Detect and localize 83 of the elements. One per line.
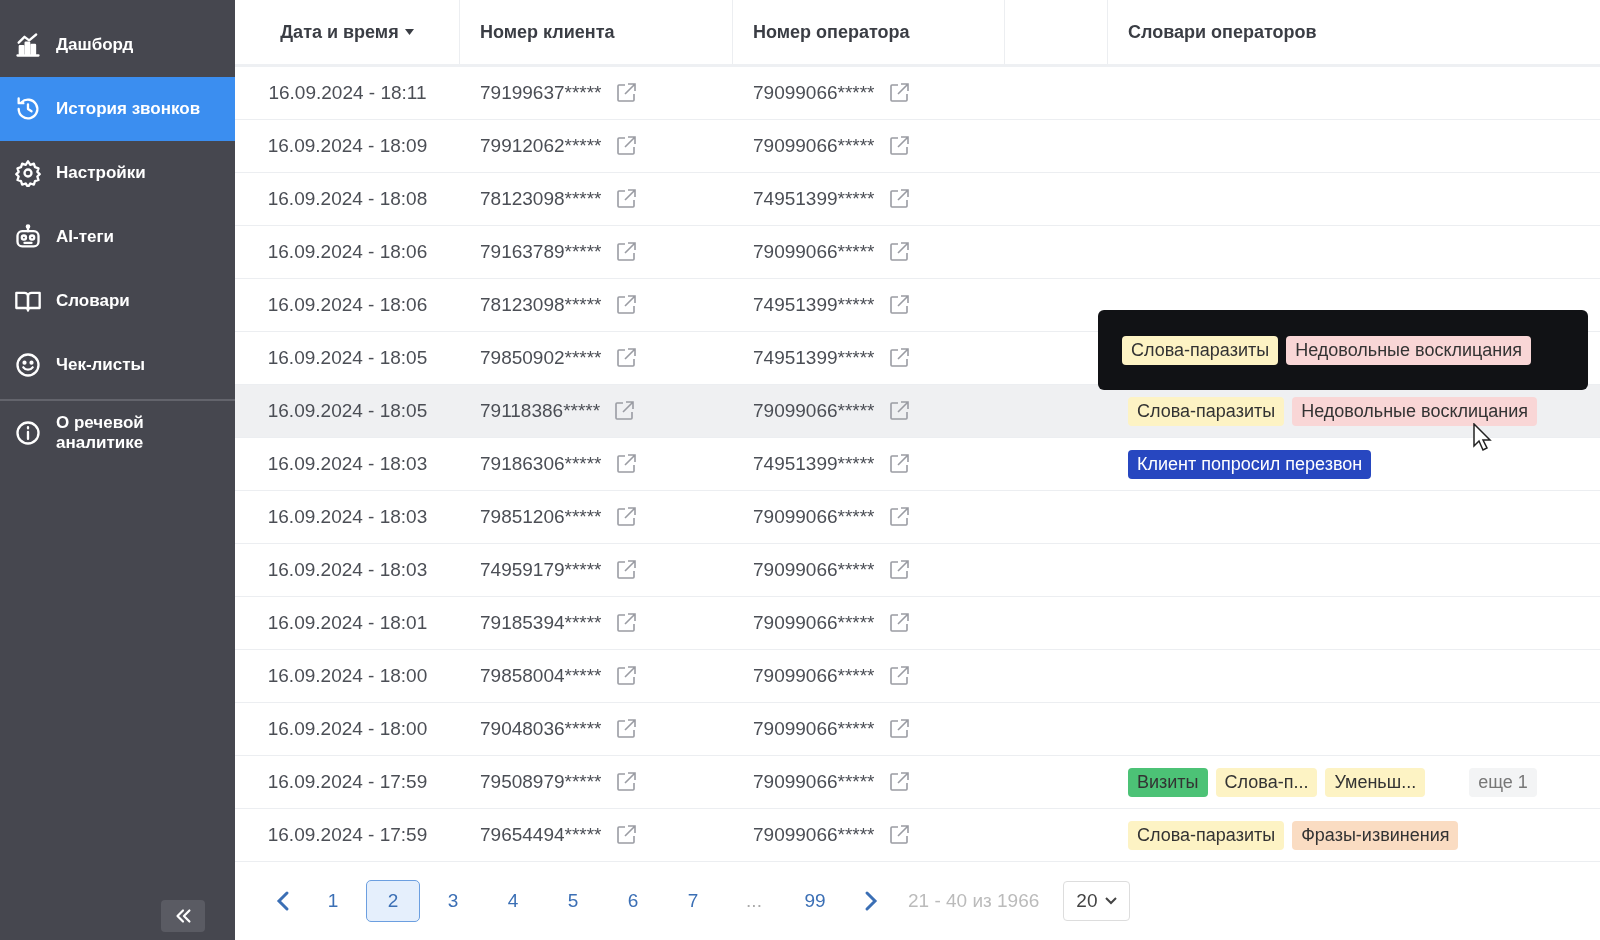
table-cell: 79099066***** (753, 771, 875, 793)
column-header[interactable]: Номер клиента (480, 21, 615, 43)
table-cell: 16.09.2024 - 17:59 (267, 824, 428, 846)
smile-icon (14, 351, 42, 379)
sidebar-item[interactable]: Чек-листы (0, 333, 235, 397)
table-cell: 79099066***** (753, 82, 875, 104)
tag: Недовольные восклицания (1286, 335, 1532, 365)
table-cell: 16.09.2024 - 18:05 (267, 400, 428, 422)
table-cell: 79185394***** (480, 612, 602, 634)
pagination-ellipsis: ... (745, 889, 763, 913)
table-cell: 16.09.2024 - 18:00 (267, 665, 428, 687)
table-cell: 79912062***** (480, 135, 602, 157)
table-cell: 79508979***** (480, 771, 602, 793)
chevron-right-icon (864, 890, 878, 912)
tag: Уменьш... (1325, 767, 1426, 797)
chevron-down-icon (1105, 897, 1118, 905)
table-cell: 16.09.2024 - 17:59 (267, 771, 428, 793)
tag: Клиент попросил перезвон (1128, 449, 1372, 479)
table-cell: 79099066***** (753, 506, 875, 528)
chart-icon (14, 31, 42, 59)
sidebar-item[interactable]: О речевой аналитике (0, 401, 235, 465)
sidebar-item[interactable]: Словари (0, 269, 235, 333)
page-button[interactable]: 2 (366, 880, 420, 922)
table-cell: 79099066***** (753, 665, 875, 687)
table-cell: 74951399***** (753, 188, 875, 210)
sidebar-item[interactable]: Настройки (0, 141, 235, 205)
table-cell: 79850902***** (480, 347, 602, 369)
info-icon (14, 419, 42, 447)
table-cell: 74951399***** (753, 294, 875, 316)
table-cell: 16.09.2024 - 18:05 (267, 347, 428, 369)
table-cell: 79858004***** (480, 665, 602, 687)
more-badge[interactable]: еще 1 (1469, 767, 1537, 797)
table-cell: 79199637***** (480, 82, 602, 104)
table-cell: 16.09.2024 - 18:03 (267, 506, 428, 528)
collapse-button[interactable] (161, 900, 205, 932)
external-link-icon[interactable] (612, 399, 637, 423)
tag: Слова-п... (1215, 767, 1318, 797)
table-cell: 79099066***** (753, 135, 875, 157)
table-cell: 79186306***** (480, 453, 602, 475)
tag: Визиты (1128, 767, 1208, 797)
sort-caret-icon (404, 29, 414, 35)
table-cell: 16.09.2024 - 18:03 (267, 559, 428, 581)
table-cell: 16.09.2024 - 18:06 (267, 241, 428, 263)
table-cell: 79048036***** (480, 718, 602, 740)
table-cell: 79099066***** (753, 241, 875, 263)
tag: Недовольные восклицания (1292, 396, 1538, 426)
table-cell: 16.09.2024 - 18:08 (267, 188, 428, 210)
table-cell: 79851206***** (480, 506, 602, 528)
chevron-left-icon (276, 890, 290, 912)
table-cell: 16.09.2024 - 18:06 (267, 294, 428, 316)
page-size-select[interactable]: 20 (1063, 881, 1131, 921)
column-header[interactable]: Дата и время (280, 21, 414, 43)
table-cell: 16.09.2024 - 18:00 (267, 718, 428, 740)
table-cell: 79099066***** (753, 400, 875, 422)
table-cell: 74959179***** (480, 559, 602, 581)
table-cell: 74951399***** (753, 453, 875, 475)
table-cell: 79099066***** (753, 612, 875, 634)
table-cell: 74951399***** (753, 347, 875, 369)
sidebar-item[interactable]: Дашборд (0, 13, 235, 77)
robot-icon (14, 223, 42, 251)
table-cell: 16.09.2024 - 18:01 (267, 612, 428, 634)
table-cell: 16.09.2024 - 18:03 (267, 453, 428, 475)
tag: Слова-паразиты (1128, 396, 1285, 426)
table-cell: 79654494***** (480, 824, 602, 846)
table-cell: 79099066***** (753, 559, 875, 581)
table-cell: 16.09.2024 - 18:11 (268, 82, 427, 104)
sidebar-item[interactable]: AI-теги (0, 205, 235, 269)
mouse-cursor-icon (1473, 423, 1493, 453)
table-cell: 78123098***** (480, 294, 602, 316)
table-cell: 79163789***** (480, 241, 602, 263)
table-cell: 78123098***** (480, 188, 602, 210)
settings-icon (14, 159, 42, 187)
table-cell: 16.09.2024 - 18:09 (267, 135, 428, 157)
table-row[interactable]: 16.09.2024 - 18:05 79118386***** 79099066***** Слова-паразиты Недовольные восклицания (235, 385, 1600, 438)
tag: Слова-паразиты (1122, 335, 1279, 365)
column-header[interactable]: Номер оператора (753, 21, 910, 43)
page-range: 21 - 40 из 1966 (908, 890, 1040, 912)
table-cell: 79099066***** (753, 718, 875, 740)
table-cell: 79118386***** (480, 400, 601, 422)
tag: Слова-паразиты (1128, 820, 1285, 850)
tag: Фразы-извинения (1292, 820, 1459, 850)
column-header[interactable]: Словари операторов (1128, 21, 1317, 43)
table-cell: 79099066***** (753, 824, 875, 846)
